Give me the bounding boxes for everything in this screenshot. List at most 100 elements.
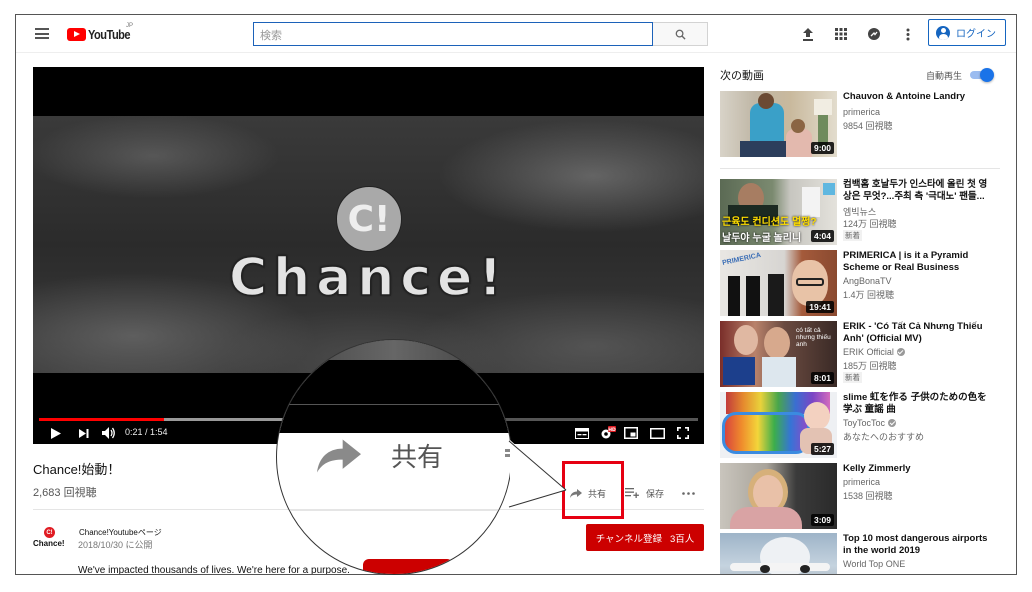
sidebar-video-views: 124万 回視聴 (843, 219, 897, 229)
duration-badge: 4:04 (810, 230, 834, 242)
sidebar-video-title: slime 虹を作る 子供のための色を学ぶ 童謡 曲 (843, 392, 987, 415)
duration-badge: 9:00 (810, 142, 834, 154)
channel-name[interactable]: Chance!Youtubeページ (79, 527, 162, 538)
volume-icon[interactable] (101, 425, 117, 441)
channel-name-text: ToyTocToc (843, 418, 886, 428)
verified-icon (888, 419, 897, 427)
video-thumbnail: PRIMERICA 19:41 (720, 250, 837, 316)
menu-icon[interactable] (35, 28, 49, 39)
share-highlight-box (562, 461, 624, 519)
playlist-add-icon (625, 488, 639, 498)
channel-logo-mark: C! (44, 527, 55, 538)
channel-name-text: ERIK Official (843, 347, 894, 357)
video-thumbnail (720, 533, 837, 574)
save-button[interactable]: 保存 (625, 485, 664, 501)
magnified-player-edge (277, 340, 511, 433)
subscribe-label: チャンネル登録 (595, 533, 662, 545)
miniplayer-icon[interactable] (623, 425, 639, 441)
sidebar-video-item[interactable]: PRIMERICA 19:41 PRIMERICA | is it a Pyra… (720, 250, 1000, 316)
sidebar-video-title: 컴백홈 호날두가 인스타에 올린 첫 영상은 무엇?...주최 측 '극대노' … (843, 179, 988, 202)
more-horiz-icon (682, 491, 695, 495)
sidebar-video-channel: World Top ONE (843, 559, 906, 569)
browser-frame: YouTube JP 検索 ログイン C! Chance! 0:21 / 1:5… (15, 14, 1017, 575)
sidebar-video-item[interactable]: có tất cả nhưng thiếu anh 8:01 ERIK - 'C… (720, 321, 1000, 387)
sidebar-video-views: 185万 回視聴 (843, 361, 897, 371)
magnified-progress-line (277, 404, 511, 405)
video-thumbnail: có tất cả nhưng thiếu anh 8:01 (720, 321, 837, 387)
logo-text: YouTube (88, 26, 131, 42)
theater-mode-icon[interactable] (648, 425, 666, 441)
login-button[interactable]: ログイン (928, 19, 1006, 46)
search-input[interactable]: 検索 (253, 22, 653, 46)
video-thumbnail: 9:00 (720, 91, 837, 157)
hd-badge: HD (608, 427, 616, 433)
duration-badge: 5:27 (810, 443, 834, 455)
autoplay-label: 自動再生 (926, 71, 963, 81)
sidebar-video-views: 1538 回視聴 (843, 491, 893, 501)
sidebar-video-channel: primerica (843, 107, 881, 117)
search-button[interactable] (653, 22, 708, 46)
sidebar-video-item[interactable]: 3:09 Kelly Zimmerly primerica 1538 回視聴 (720, 463, 1000, 529)
messages-icon[interactable] (865, 25, 883, 43)
settings-icon[interactable]: HD (600, 425, 616, 441)
sidebar-video-item[interactable]: 9:00 Chauvon & Antoine Landry primerica … (720, 91, 1000, 157)
sidebar-video-title: Chauvon & Antoine Landry (843, 91, 966, 102)
magnified-save-icon (505, 449, 511, 452)
play-icon[interactable] (49, 425, 63, 441)
search-icon (675, 29, 686, 40)
view-count: 2,683 回視聴 (33, 487, 97, 499)
sidebar-video-channel: primerica (843, 477, 881, 487)
apps-icon[interactable] (832, 25, 850, 43)
save-label: 保存 (646, 488, 665, 499)
youtube-logo[interactable]: YouTube JP (67, 23, 137, 42)
sidebar-divider (720, 168, 1000, 169)
sidebar-video-views: 9854 回視聴 (843, 121, 893, 131)
thumb-caption: PRIMERICA (721, 251, 762, 268)
sidebar-video-channel: ERIK Official (843, 347, 905, 357)
fullscreen-icon[interactable] (675, 425, 691, 441)
subtitles-icon[interactable] (574, 425, 590, 441)
sidebar-video-item[interactable]: Top 10 most dangerous airports in the wo… (720, 533, 1000, 574)
more-actions-button[interactable] (682, 485, 695, 501)
magnified-share-label: 共有 (391, 442, 444, 472)
video-thumbnail: 3:09 (720, 463, 837, 529)
sidebar-video-channel: AngBonaTV (843, 276, 892, 286)
sidebar-video-reason: あなたへのおすすめ (843, 432, 925, 442)
subscribe-button[interactable]: チャンネル登録 3百人 (586, 524, 704, 551)
sidebar-video-title: Kelly Zimmerly (843, 463, 911, 474)
time-display: 0:21 / 1:54 (125, 427, 168, 437)
thumb-caption: 근육도 컨디션도 멀쩡? (722, 217, 817, 228)
magnified-subscribe-edge (363, 559, 453, 574)
progress-played (39, 418, 165, 421)
account-icon (936, 25, 950, 40)
new-badge: 新着 (843, 230, 862, 241)
sidebar-video-views: 1.4万 回視聴 (843, 290, 895, 300)
video-title: Chance!始動！ (33, 462, 121, 477)
sidebar-video-title: ERIK - 'Có Tất Cả Nhưng Thiếu Anh' (Offi… (843, 321, 983, 344)
share-magnifier: 共有 (276, 339, 512, 575)
sidebar-video-channel: ToyTocToc (843, 418, 897, 428)
youtube-play-icon (67, 27, 86, 41)
more-vert-icon[interactable] (899, 25, 917, 43)
upload-icon[interactable] (799, 25, 817, 43)
sidebar-video-item[interactable]: 5:27 slime 虹を作る 子供のための色を学ぶ 童謡 曲 ToyTocTo… (720, 392, 1000, 458)
verified-icon (896, 348, 905, 356)
subscriber-count: 3百人 (669, 533, 695, 545)
magnified-divider (277, 509, 511, 511)
magnified-video-edge (277, 340, 511, 360)
login-label: ログイン (956, 29, 996, 40)
duration-badge: 19:41 (806, 301, 834, 313)
video-thumbnail: 근육도 컨디션도 멀쩡? 날두야 누굴 놀리니 4:04 (720, 179, 837, 245)
video-description: We've impacted thousands of lives. We're… (78, 565, 350, 575)
channel-avatar[interactable]: C! Chance! (33, 527, 67, 553)
video-frame: C! Chance! (33, 116, 704, 373)
sidebar-video-title: Top 10 most dangerous airports in the wo… (843, 533, 988, 556)
thumb-caption: 날두야 누굴 놀리니 (722, 233, 802, 244)
duration-badge: 8:01 (810, 372, 834, 384)
sidebar-video-item[interactable]: 근육도 컨디션도 멀쩡? 날두야 누굴 놀리니 4:04 컴백홈 호날두가 인스… (720, 179, 1000, 245)
autoplay-toggle[interactable] (970, 68, 994, 82)
sidebar-video-title: PRIMERICA | is it a Pyramid Scheme or Re… (843, 250, 969, 273)
new-badge: 新着 (843, 372, 862, 383)
video-thumbnail: 5:27 (720, 392, 837, 458)
next-icon[interactable] (77, 425, 91, 441)
